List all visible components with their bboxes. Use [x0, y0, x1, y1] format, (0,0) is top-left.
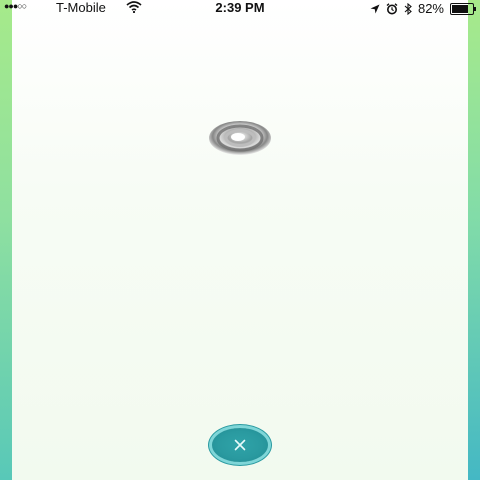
battery-icon: [450, 2, 476, 15]
battery-level-fill: [452, 4, 469, 13]
bluetooth-icon: [404, 2, 412, 15]
left-gradient-edge: [0, 0, 12, 480]
status-right-group: 82%: [370, 1, 476, 16]
battery-tip: [474, 6, 476, 11]
close-icon: [234, 439, 246, 451]
pokestop-spinner-icon: [209, 121, 271, 155]
status-bar: ●●●○○ T-Mobile 2:39 PM 82%: [0, 0, 480, 16]
battery-percent: 82%: [417, 1, 444, 16]
alarm-icon: [386, 2, 398, 14]
close-button[interactable]: [212, 428, 268, 462]
main-panel: [12, 0, 468, 480]
screen: ●●●○○ T-Mobile 2:39 PM 82%: [0, 0, 480, 480]
location-arrow-icon: [370, 4, 380, 13]
right-gradient-edge: [468, 0, 480, 480]
